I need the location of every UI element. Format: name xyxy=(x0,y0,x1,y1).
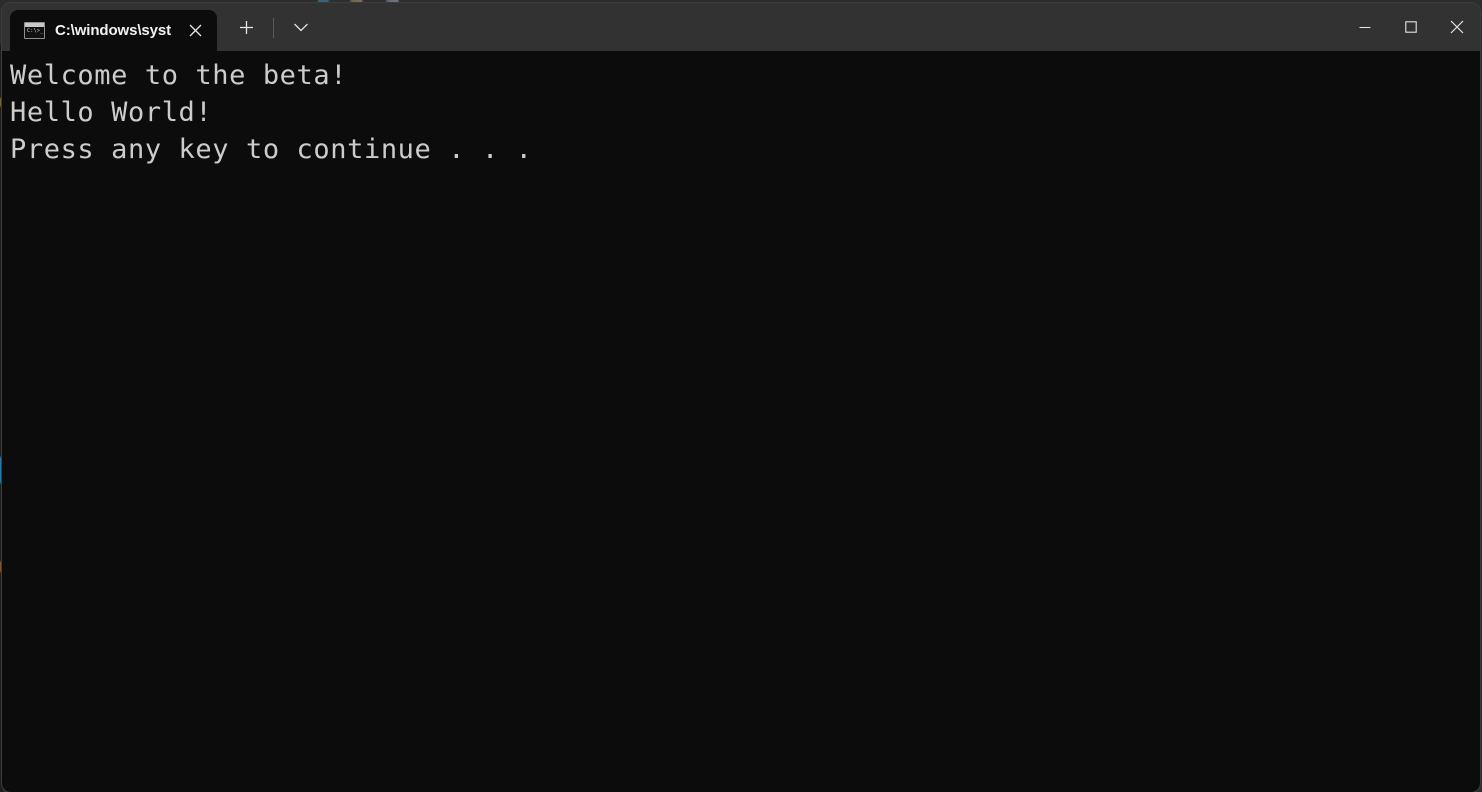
tab-controls-divider xyxy=(273,17,274,38)
tab-close-button[interactable] xyxy=(179,16,211,46)
chevron-down-icon xyxy=(294,23,308,32)
tab-cmd[interactable]: C:\>_ C:\windows\system32\cmd.ex xyxy=(10,10,217,51)
new-tab-button[interactable] xyxy=(229,11,263,45)
terminal-line: Welcome to the beta! xyxy=(10,60,348,91)
tab-dropdown-button[interactable] xyxy=(284,11,318,45)
terminal-window: C:\>_ C:\windows\system32\cmd.ex xyxy=(2,3,1480,792)
minimize-icon xyxy=(1359,26,1371,29)
close-icon xyxy=(189,24,201,37)
maximize-icon xyxy=(1405,21,1417,33)
tab-controls xyxy=(217,7,318,51)
caption-buttons xyxy=(1342,3,1480,51)
close-icon xyxy=(1450,20,1464,34)
tab-strip: C:\>_ C:\windows\system32\cmd.ex xyxy=(2,3,318,51)
cmd-icon-glyphs: C:\>_ xyxy=(27,28,44,34)
terminal-output-area[interactable]: Welcome to the beta! Hello World! Press … xyxy=(2,51,1480,792)
plus-icon xyxy=(239,21,253,34)
close-window-button[interactable] xyxy=(1434,3,1480,51)
cmd-console-icon: C:\>_ xyxy=(24,22,45,39)
tab-title: C:\windows\system32\cmd.ex xyxy=(55,22,171,39)
minimize-button[interactable] xyxy=(1342,3,1388,51)
title-bar[interactable]: C:\>_ C:\windows\system32\cmd.ex xyxy=(2,3,1480,51)
maximize-button[interactable] xyxy=(1388,3,1434,51)
terminal-line: Hello World! xyxy=(10,97,213,128)
terminal-line: Press any key to continue . . . xyxy=(10,134,533,165)
